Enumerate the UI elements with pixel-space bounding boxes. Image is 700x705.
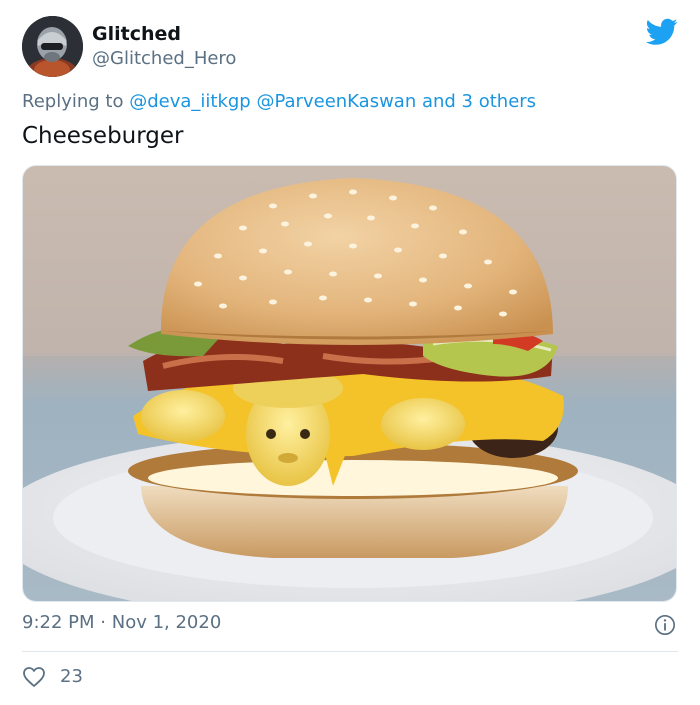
avatar-image [22, 16, 83, 77]
mention-link[interactable]: @deva_iitkgp [129, 91, 251, 112]
heart-icon [23, 667, 45, 687]
cheeseburger-photo [23, 166, 676, 601]
reply-others-link[interactable]: and 3 others [422, 91, 536, 112]
tweet-time: 9:22 PM [22, 612, 95, 633]
like-count: 23 [60, 666, 83, 687]
author-name[interactable]: Glitched [92, 22, 181, 46]
author-handle[interactable]: @Glitched_Hero [92, 47, 236, 71]
reply-prefix: Replying to [22, 91, 124, 112]
mention-link[interactable]: @ParveenKaswan [256, 91, 416, 112]
tweet-timestamp[interactable]: 9:22 PM · Nov 1, 2020 [22, 611, 221, 635]
tweet-date: Nov 1, 2020 [111, 612, 222, 633]
divider [22, 651, 678, 652]
tweet-card: Glitched @Glitched_Hero Replying to @dev… [0, 0, 700, 705]
meta-separator: · [100, 612, 106, 633]
reply-context: Replying to @deva_iitkgp @ParveenKaswan … [22, 90, 536, 114]
avatar[interactable] [22, 16, 83, 77]
like-button[interactable]: 23 [22, 664, 83, 690]
twitter-bird-icon[interactable] [646, 18, 678, 46]
info-icon[interactable] [654, 614, 676, 636]
tweet-photo[interactable] [22, 165, 677, 602]
tweet-text: Cheeseburger [22, 123, 184, 149]
